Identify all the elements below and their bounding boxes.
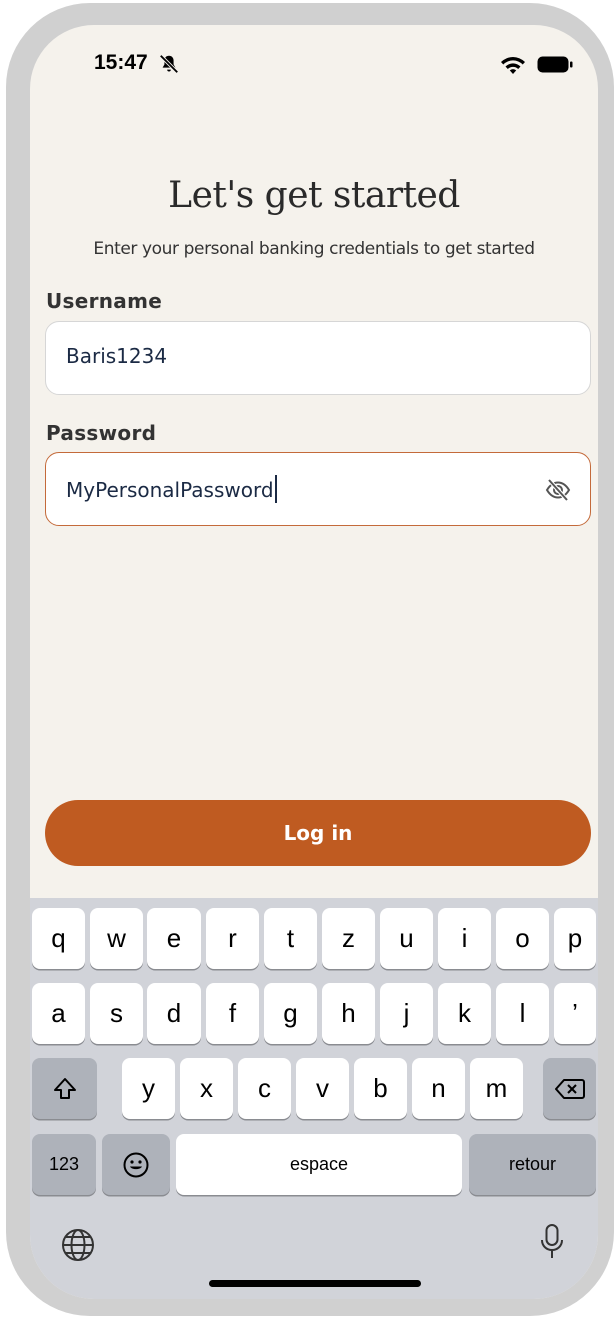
numbers-key[interactable]: 123 — [32, 1134, 96, 1195]
key-w[interactable]: w — [90, 908, 143, 969]
key-d[interactable]: d — [147, 983, 201, 1044]
password-text: MyPersonalPassword — [66, 475, 277, 503]
key-n[interactable]: n — [412, 1058, 465, 1119]
shift-key[interactable] — [32, 1058, 97, 1119]
key-r[interactable]: r — [206, 908, 259, 969]
key-x[interactable]: x — [180, 1058, 233, 1119]
password-value: MyPersonalPassword — [66, 478, 274, 502]
backspace-key[interactable] — [543, 1058, 596, 1119]
key-f[interactable]: f — [206, 983, 259, 1044]
page-subtitle: Enter your personal banking credentials … — [93, 239, 535, 259]
text-cursor — [274, 475, 277, 503]
key-m[interactable]: m — [470, 1058, 523, 1119]
username-label: Username — [46, 289, 163, 313]
login-button[interactable]: Log in — [45, 800, 591, 866]
key-o[interactable]: o — [496, 908, 549, 969]
password-field[interactable]: MyPersonalPassword — [45, 452, 591, 526]
shift-icon — [53, 1077, 76, 1099]
key-t[interactable]: t — [264, 908, 317, 969]
key-z[interactable]: z — [322, 908, 375, 969]
device-frame: 15:47 Let's get started Enter your perso… — [6, 3, 614, 1316]
backspace-icon — [554, 1078, 585, 1099]
key-y[interactable]: y — [122, 1058, 175, 1119]
home-indicator[interactable] — [209, 1280, 421, 1287]
key-c[interactable]: c — [238, 1058, 291, 1119]
key-a[interactable]: a — [32, 983, 85, 1044]
key-j[interactable]: j — [380, 983, 433, 1044]
app-screen: 15:47 Let's get started Enter your perso… — [30, 25, 598, 1299]
key-v[interactable]: v — [296, 1058, 349, 1119]
key-q[interactable]: q — [32, 908, 85, 969]
eye-slash-icon[interactable] — [544, 476, 572, 504]
key-k[interactable]: k — [438, 983, 491, 1044]
key-g[interactable]: g — [264, 983, 317, 1044]
key-h[interactable]: h — [322, 983, 375, 1044]
space-key[interactable]: espace — [176, 1134, 462, 1195]
emoji-icon — [123, 1152, 149, 1177]
key-e[interactable]: e — [147, 908, 201, 969]
page-title: Let's get started — [168, 175, 460, 216]
globe-icon[interactable] — [61, 1228, 95, 1262]
bell-slash-icon — [159, 54, 179, 74]
wifi-icon — [501, 57, 525, 74]
return-key[interactable]: retour — [469, 1134, 596, 1195]
key-l[interactable]: l — [496, 983, 549, 1044]
key-apostrophe[interactable]: ’ — [554, 983, 596, 1044]
key-b[interactable]: b — [354, 1058, 407, 1119]
key-u[interactable]: u — [380, 908, 433, 969]
key-s[interactable]: s — [90, 983, 143, 1044]
username-field[interactable]: Baris1234 — [45, 321, 591, 395]
username-value: Baris1234 — [66, 344, 168, 368]
emoji-key[interactable] — [102, 1134, 170, 1195]
status-time: 15:47 — [94, 51, 148, 74]
key-i[interactable]: i — [438, 908, 491, 969]
key-p[interactable]: p — [554, 908, 596, 969]
battery-icon — [537, 56, 573, 73]
keyboard: q w e r t z u i o p a s d f g h j k l ’ — [30, 898, 598, 1299]
microphone-icon[interactable] — [539, 1223, 565, 1261]
password-label: Password — [46, 421, 157, 445]
